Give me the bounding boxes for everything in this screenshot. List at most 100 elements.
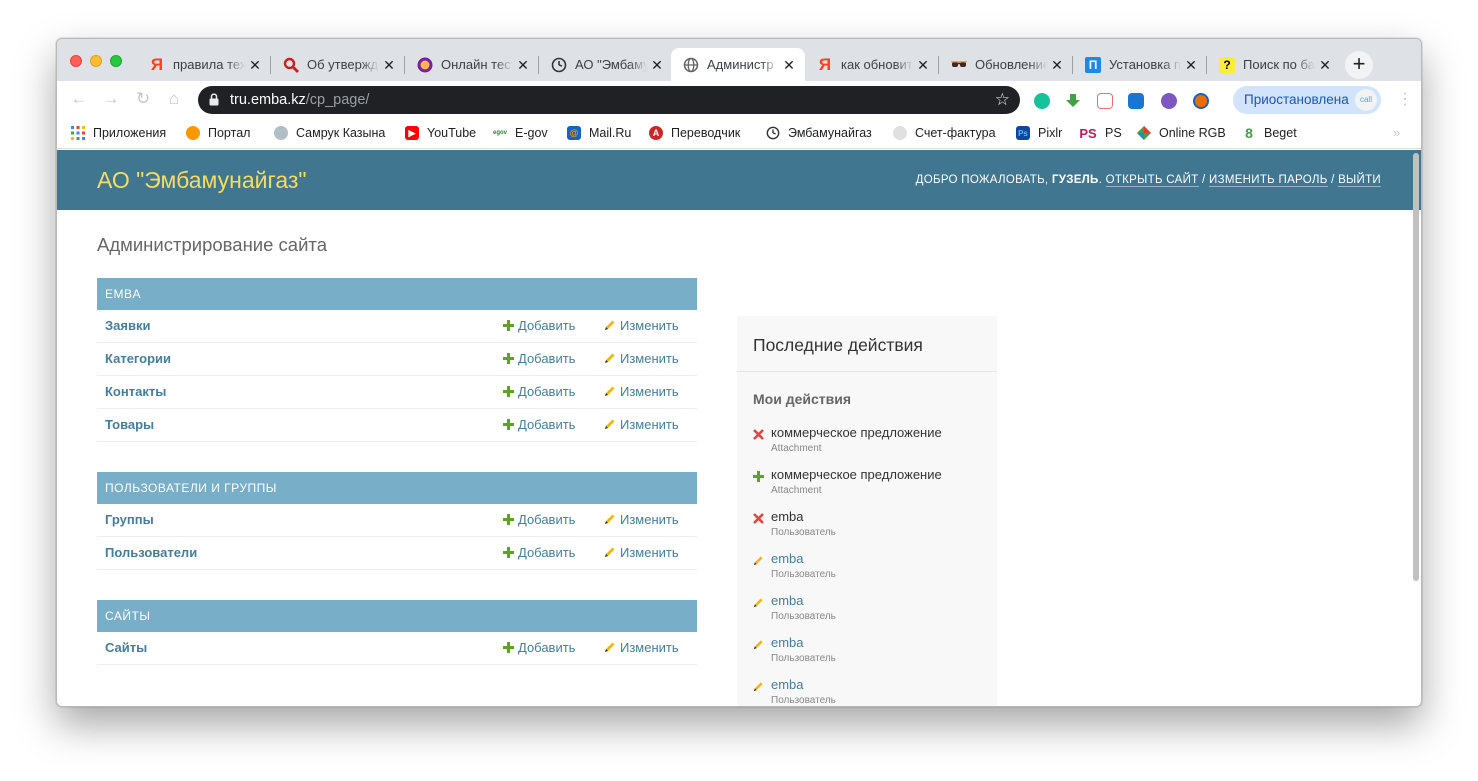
module-caption[interactable]: EMBA	[97, 278, 697, 310]
page-scrollbar[interactable]	[1413, 153, 1419, 581]
forward-arrow-icon[interactable]: →	[101, 89, 121, 109]
close-icon[interactable]: ✕	[1183, 57, 1199, 73]
change-link[interactable]: Изменить	[604, 640, 679, 655]
change-link[interactable]: Изменить	[604, 417, 679, 432]
model-link[interactable]: Заявки	[105, 318, 150, 333]
add-link[interactable]: Добавить	[503, 417, 575, 432]
minimize-window-button[interactable]	[90, 55, 102, 67]
printer-icon[interactable]	[1128, 93, 1144, 109]
back-arrow-icon[interactable]: ←	[69, 89, 89, 109]
bookmark-youtube[interactable]: ▶ YouTube	[405, 124, 476, 142]
tab-pravila[interactable]: Я правила тех ✕	[137, 48, 271, 81]
change-link[interactable]: Изменить	[604, 384, 679, 399]
tab-title: Установка п	[1109, 57, 1181, 72]
bookmark-portal[interactable]: Портал	[186, 124, 250, 142]
model-link[interactable]: Товары	[105, 417, 154, 432]
firefox-like-icon[interactable]	[1193, 93, 1209, 109]
url-host: tru.emba.kz	[230, 92, 306, 108]
add-link[interactable]: Добавить	[503, 512, 575, 527]
site-brand[interactable]: АО "Эмбамунайгаз"	[97, 167, 307, 194]
plus-icon	[503, 547, 514, 558]
tab-title: Обновление	[975, 57, 1047, 72]
model-link[interactable]: Категории	[105, 351, 171, 366]
action-object-link[interactable]: emba	[771, 635, 804, 650]
close-icon[interactable]: ✕	[381, 57, 397, 73]
change-link[interactable]: Изменить	[604, 545, 679, 560]
download-icon[interactable]	[1065, 93, 1081, 109]
bookmark-translator[interactable]: A Переводчик	[649, 124, 740, 142]
model-link[interactable]: Сайты	[105, 640, 147, 655]
add-link[interactable]: Добавить	[503, 384, 575, 399]
bookmark-star-icon[interactable]: ☆	[995, 90, 1010, 110]
close-icon[interactable]: ✕	[1317, 57, 1333, 73]
change-password-link[interactable]: Изменить пароль	[1209, 174, 1328, 187]
bookmark-pixlr[interactable]: Ps Pixlr	[1016, 124, 1062, 142]
app-module-emba: EMBA Заявки Добавить Изменить Категории …	[97, 278, 697, 442]
address-bar[interactable]: tru.emba.kz/cp_page/ ☆	[198, 86, 1020, 114]
bookmark-label: E-gov	[515, 126, 548, 140]
home-icon[interactable]: ⌂	[164, 89, 184, 109]
bookmark-ps[interactable]: PS PS	[1079, 124, 1121, 142]
bookmark-online-rgb[interactable]: Online RGB	[1137, 124, 1226, 142]
close-icon[interactable]: ✕	[915, 57, 931, 73]
chevron-double-right-icon[interactable]: »	[1393, 125, 1400, 140]
reload-icon[interactable]: ↻	[133, 89, 153, 109]
grammarly-icon[interactable]	[1034, 93, 1050, 109]
model-link[interactable]: Пользователи	[105, 545, 197, 560]
action-content-type: Пользователь	[771, 653, 836, 664]
tab-administr[interactable]: Администр ✕	[671, 48, 805, 81]
tab-kak-obnovit[interactable]: Я как обновит ✕	[805, 48, 939, 81]
close-icon[interactable]: ✕	[1049, 57, 1065, 73]
bookmark-label: Mail.Ru	[589, 126, 632, 140]
bookmark-beget[interactable]: 8 Beget	[1242, 124, 1297, 142]
close-icon[interactable]: ✕	[781, 57, 797, 73]
plus-icon	[503, 353, 514, 364]
change-link[interactable]: Изменить	[604, 512, 679, 527]
bookmark-embamunaigaz[interactable]: Эмбамунайгаз	[766, 124, 872, 142]
youtube-icon: ▶	[405, 126, 419, 140]
pencil-icon	[605, 547, 615, 557]
zoom-window-button[interactable]	[110, 55, 122, 67]
pencil-icon	[753, 598, 763, 608]
close-icon[interactable]: ✕	[247, 57, 263, 73]
tab-obnovlenie[interactable]: Обновление ✕	[939, 48, 1073, 81]
action-object-link[interactable]: emba	[771, 551, 804, 566]
change-link[interactable]: Изменить	[604, 351, 679, 366]
bookmark-samruk[interactable]: Самрук Казына	[274, 124, 385, 142]
model-link[interactable]: Группы	[105, 512, 154, 527]
action-object-link[interactable]: emba	[771, 677, 804, 692]
add-link[interactable]: Добавить	[503, 640, 575, 655]
tab-online-test[interactable]: Онлайн тест ✕	[405, 48, 539, 81]
action-content-type: Attachment	[771, 485, 822, 496]
model-link[interactable]: Контакты	[105, 384, 166, 399]
bookmark-schet-faktura[interactable]: Счет-фактура	[893, 124, 996, 142]
tab-ustanovka[interactable]: П Установка п ✕	[1073, 48, 1207, 81]
view-site-link[interactable]: Открыть сайт	[1105, 174, 1199, 187]
add-link[interactable]: Добавить	[503, 545, 575, 560]
action-object-link[interactable]: emba	[771, 593, 804, 608]
tab-poisk[interactable]: ? Поиск по ба ✕	[1207, 48, 1341, 81]
site-header: АО "Эмбамунайгаз" Добро пожаловать, Гузе…	[57, 150, 1421, 210]
bookmark-egov[interactable]: egov E-gov	[493, 124, 548, 142]
vpn-icon[interactable]	[1161, 93, 1177, 109]
new-tab-button[interactable]: +	[1345, 51, 1373, 79]
close-icon[interactable]: ✕	[515, 57, 531, 73]
add-link[interactable]: Добавить	[503, 318, 575, 333]
profile-paused-chip[interactable]: Приостановлена call	[1233, 86, 1381, 114]
logout-link[interactable]: Выйти	[1338, 174, 1381, 187]
bookmark-mailru[interactable]: @ Mail.Ru	[567, 124, 631, 142]
tab-embamunaigaz[interactable]: АО "Эмбамунайгаз" ✕	[539, 48, 673, 81]
close-icon[interactable]: ✕	[649, 57, 665, 73]
action-content-type: Пользователь	[771, 569, 836, 580]
close-window-button[interactable]	[70, 55, 82, 67]
add-link[interactable]: Добавить	[503, 351, 575, 366]
cast-icon[interactable]	[1097, 93, 1113, 109]
bookmark-label: Портал	[208, 126, 251, 140]
more-vertical-icon[interactable]: ⋮	[1397, 89, 1413, 109]
model-row: Контакты Добавить Изменить	[97, 376, 697, 409]
tab-ob-utverzhd[interactable]: Об утвержд ✕	[271, 48, 405, 81]
change-link[interactable]: Изменить	[604, 318, 679, 333]
module-caption[interactable]: Сайты	[97, 600, 697, 632]
module-caption[interactable]: Пользователи и группы	[97, 472, 697, 504]
bookmark-apps[interactable]: Приложения	[71, 124, 166, 142]
